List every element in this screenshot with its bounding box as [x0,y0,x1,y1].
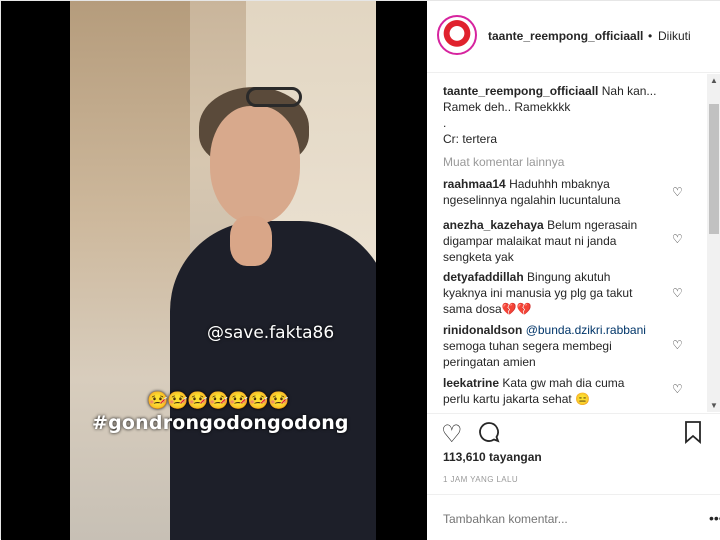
comment-text: semoga tuhan segera membegi [443,339,612,353]
instagram-post-modal: @save.fakta86 🤒🤒🤒🤒🤒🤒🤒 #gondrongodongodon… [0,0,720,540]
scroll-up-arrow-icon[interactable]: ▲ [710,76,718,85]
comment-item: leekatrine Kata gw mah dia cuma perlu ka… [443,375,683,407]
comment-text: sengketa yak [443,250,514,264]
caption-line-4: Cr: tertera [443,132,498,146]
comment-item: rinidonaldson @bunda.dzikri.rabbani semo… [443,322,683,370]
comment-text: peringatan amien [443,355,536,369]
bookmark-shape-icon [685,421,701,444]
comment-text: ngeselinnya ngalahin lucuntaluna [443,193,621,207]
heart-icon[interactable]: ♡ [441,420,463,449]
scrollbar-thumb[interactable] [709,104,719,234]
post-caption: taante_reempong_officiaall Nah kan... Ra… [443,83,703,147]
comment-username[interactable]: leekatrine [443,376,499,390]
comment-like-heart-icon[interactable]: ♡ [672,338,683,352]
header-separator: • [648,29,653,43]
comment-text: kyaknya ini manusia yg plg ga takut [443,286,633,300]
sunglasses [246,87,302,107]
comment-username[interactable]: anezha_kazehaya [443,218,544,232]
avatar-logo-icon [441,19,473,51]
comment-text: perlu kartu jakarta sehat 😑 [443,392,591,406]
load-more-comments-button[interactable]: Muat komentar lainnya [443,155,564,169]
comment-text: Kata gw mah dia cuma [502,376,625,390]
comment-like-heart-icon[interactable]: ♡ [672,232,683,246]
comment-username[interactable]: detyafaddillah [443,270,524,284]
video-hashtag: #gondrongodongodong [92,412,349,434]
comment-text: Belum ngerasain [547,218,638,232]
comments-list[interactable]: taante_reempong_officiaall Nah kan... Ra… [427,74,720,412]
video-player[interactable] [70,1,376,540]
comments-scrollbar[interactable]: ▲ ▼ [707,74,720,412]
caption-line-1: Nah kan... [601,84,657,98]
post-side-panel: taante_reempong_officiaall • Diikuti taa… [427,1,720,540]
comment-text: Haduhhh mbaknya [509,177,610,191]
comment-like-heart-icon[interactable]: ♡ [672,382,683,396]
post-timestamp[interactable]: 1 JAM YANG LALU [443,475,518,484]
comment-like-heart-icon[interactable]: ♡ [672,286,683,300]
comment-text: Bingung akutuh [527,270,611,284]
comment-text: sama dosa💔💔 [443,302,532,316]
comment-mention-link[interactable]: @bunda.dzikri.rabbani [526,323,646,337]
add-comment-input[interactable] [443,512,683,526]
emoji-row: 🤒🤒🤒🤒🤒🤒🤒 [147,391,289,411]
caption-line-2: Ramek deh.. Ramekkkk [443,100,571,114]
caption-line-3: . [443,116,447,130]
avatar[interactable] [437,15,477,55]
video-watermark: @save.fakta86 [207,323,335,343]
bookmark-icon[interactable] [683,420,703,451]
comment-bubble-icon [479,422,500,443]
follow-status-button[interactable]: Diikuti [658,29,691,43]
comment-item: detyafaddillah Bingung akutuh kyaknya in… [443,269,683,317]
header-username[interactable]: taante_reempong_officiaall [488,29,643,43]
comment-text: digampar malaikat maut ni janda [443,234,617,248]
more-options-icon[interactable]: ••• [709,510,720,526]
caption-username[interactable]: taante_reempong_officiaall [443,84,598,98]
comment-like-heart-icon[interactable]: ♡ [672,185,683,199]
media-area: @save.fakta86 🤒🤒🤒🤒🤒🤒🤒 #gondrongodongodon… [1,1,427,540]
person-body [170,221,376,540]
post-actions-bar: ♡ [427,413,720,453]
person-face [210,106,300,224]
comment-username[interactable]: raahmaa14 [443,177,506,191]
person-hand [230,216,272,266]
post-header: taante_reempong_officiaall • Diikuti [427,1,720,73]
comment-icon[interactable] [477,420,501,451]
scroll-down-arrow-icon[interactable]: ▼ [710,401,718,410]
comment-item: raahmaa14 Haduhhh mbaknya ngeselinnya ng… [443,176,683,208]
comment-username[interactable]: rinidonaldson [443,323,522,337]
view-count[interactable]: 113,610 tayangan [443,450,542,464]
add-comment-section: ••• [427,494,720,540]
comment-item: anezha_kazehaya Belum ngerasain digampar… [443,217,683,265]
